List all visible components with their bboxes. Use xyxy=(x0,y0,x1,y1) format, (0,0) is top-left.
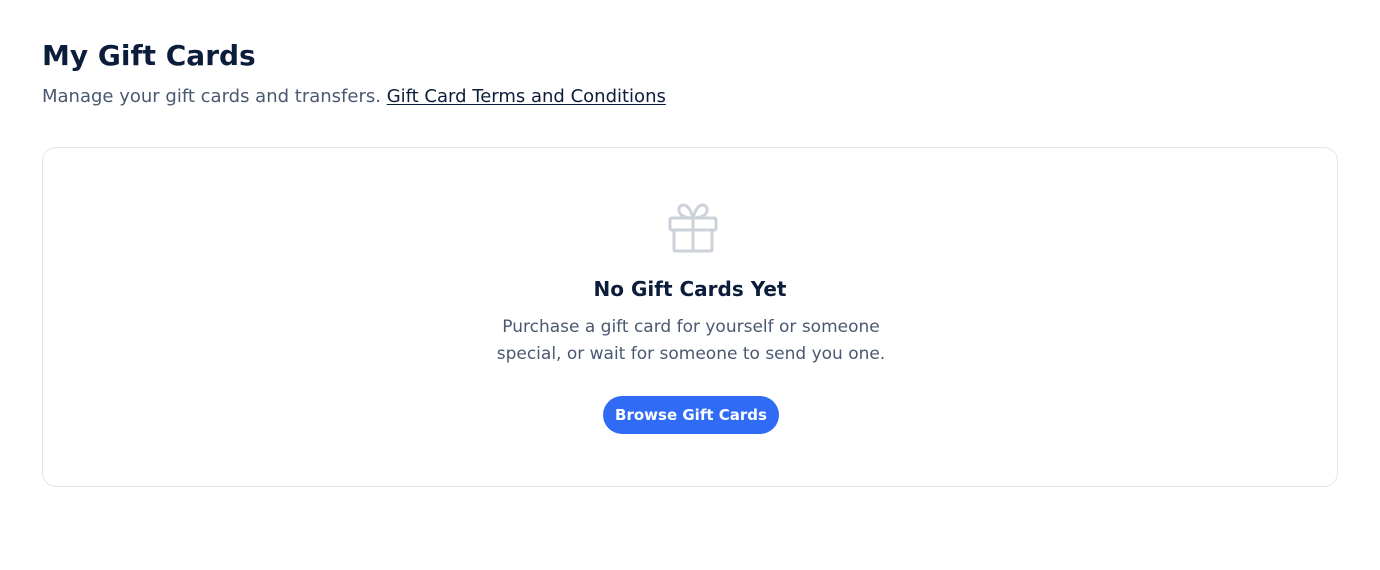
subtitle-text: Manage your gift cards and transfers. xyxy=(42,86,381,107)
empty-state-description: Purchase a gift card for yourself or som… xyxy=(496,317,886,364)
page-title: My Gift Cards xyxy=(42,39,256,72)
browse-gift-cards-button[interactable]: Browse Gift Cards xyxy=(603,396,779,434)
page-subtitle: Manage your gift cards and transfers. Gi… xyxy=(42,84,666,110)
empty-state-title: No Gift Cards Yet xyxy=(593,277,787,301)
terms-conditions-link[interactable]: Gift Card Terms and Conditions xyxy=(387,86,666,107)
gift-icon xyxy=(668,203,718,253)
empty-state-card: No Gift Cards Yet Purchase a gift card f… xyxy=(42,147,1338,487)
